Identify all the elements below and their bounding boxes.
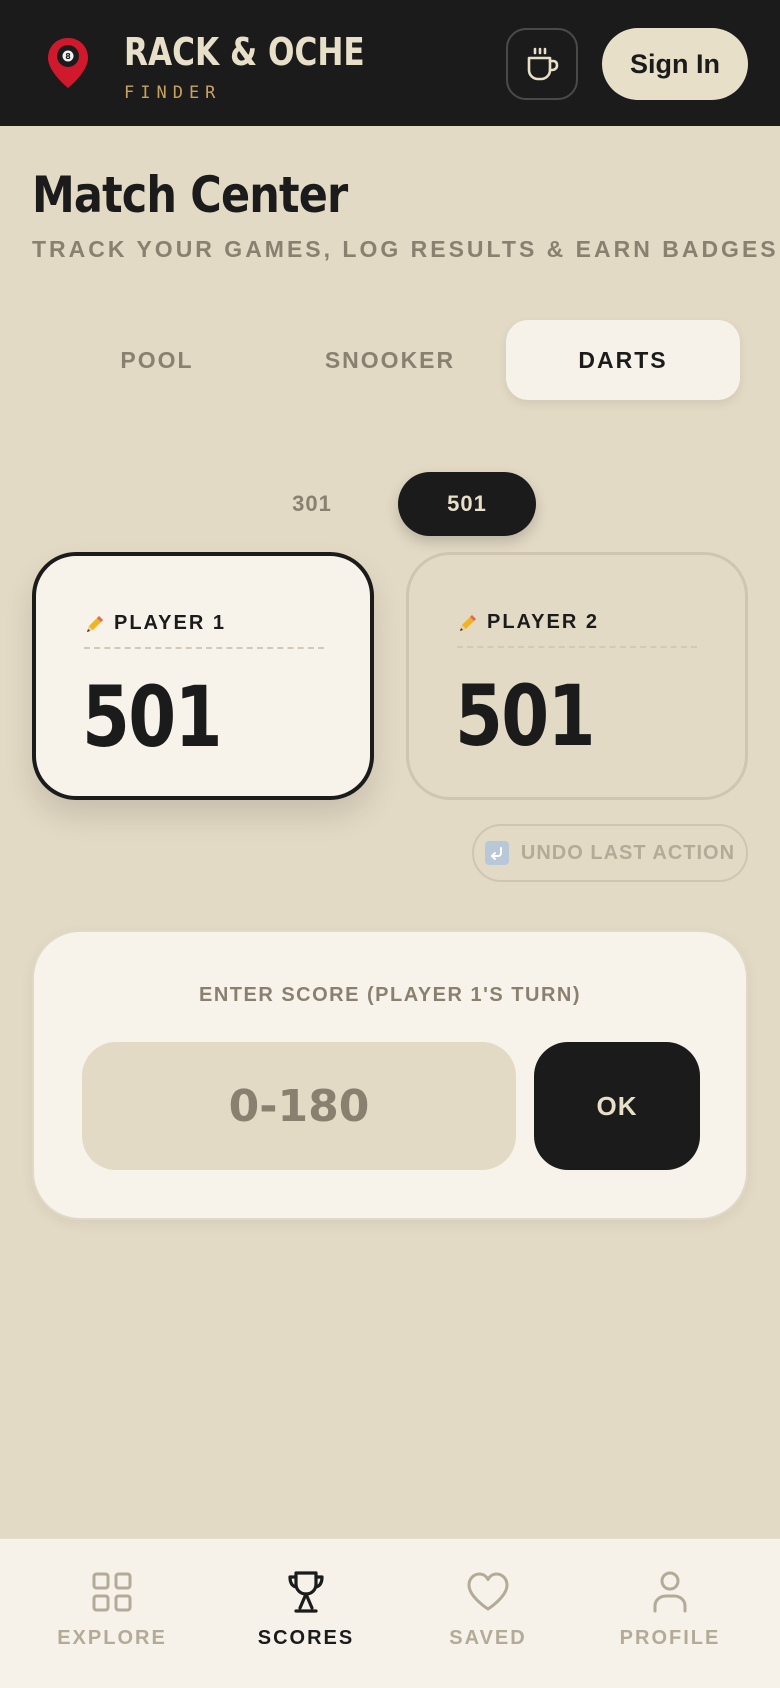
nav-scores[interactable]: SCORES — [216, 1569, 396, 1669]
tab-pool[interactable]: POOL — [40, 320, 274, 400]
brand-subtitle: FINDER — [124, 83, 222, 103]
nav-profile[interactable]: PROFILE — [580, 1569, 760, 1669]
nav-scores-label: SCORES — [257, 1627, 355, 1649]
trophy-icon — [288, 1571, 324, 1613]
player-1-score: 501 — [82, 668, 223, 766]
undo-last-action-button[interactable]: UNDO LAST ACTION — [472, 824, 748, 882]
nav-saved[interactable]: SAVED — [398, 1569, 578, 1669]
player-2-label[interactable]: PLAYER 2 — [457, 611, 697, 648]
player-1-card[interactable]: PLAYER 1 501 — [32, 552, 374, 800]
game-tabs: POOL SNOOKER DARTS — [40, 320, 740, 400]
player-2-score: 501 — [455, 667, 596, 765]
tab-darts[interactable]: DARTS — [506, 320, 740, 400]
player-2-name: PLAYER 2 — [487, 611, 599, 633]
location-pin-logo-icon: 8 — [48, 38, 88, 88]
user-icon — [653, 1571, 687, 1613]
nav-saved-label: SAVED — [449, 1627, 527, 1649]
bottom-navigation: EXPLORE SCORES SAVED PROFILE — [0, 1538, 780, 1688]
nav-profile-label: PROFILE — [619, 1627, 721, 1649]
pencil-icon — [87, 615, 103, 632]
player-2-card[interactable]: PLAYER 2 501 — [406, 552, 748, 800]
grid-icon — [92, 1572, 132, 1612]
mode-501-button[interactable]: 501 — [398, 472, 536, 536]
coffee-button[interactable] — [506, 28, 578, 100]
pencil-icon — [460, 614, 476, 631]
pin-number: 8 — [65, 52, 71, 61]
score-input[interactable] — [82, 1042, 516, 1170]
page-subtitle: TRACK YOUR GAMES, LOG RESULTS & EARN BAD… — [32, 236, 780, 262]
page-title: Match Center — [32, 166, 348, 224]
nav-explore-label: EXPLORE — [57, 1627, 167, 1649]
mode-301-button[interactable]: 301 — [262, 472, 362, 536]
tab-snooker[interactable]: SNOOKER — [273, 320, 507, 400]
player-1-label[interactable]: PLAYER 1 — [84, 612, 324, 649]
score-entry-panel: ENTER SCORE (PLAYER 1'S TURN) OK — [32, 930, 748, 1220]
heart-icon — [467, 1572, 509, 1611]
ok-button[interactable]: OK — [534, 1042, 700, 1170]
sign-in-button[interactable]: Sign In — [602, 28, 748, 100]
undo-arrow-icon — [484, 841, 509, 865]
score-entry-prompt: ENTER SCORE (PLAYER 1'S TURN) — [198, 984, 581, 1006]
coffee-cup-icon — [527, 47, 559, 81]
undo-label: UNDO LAST ACTION — [520, 841, 736, 864]
nav-explore[interactable]: EXPLORE — [22, 1569, 202, 1669]
app-header: 8 RACK & OCHE FINDER Sign In — [0, 0, 780, 126]
player-1-name: PLAYER 1 — [114, 612, 226, 634]
brand-title: RACK & OCHE — [124, 30, 365, 74]
